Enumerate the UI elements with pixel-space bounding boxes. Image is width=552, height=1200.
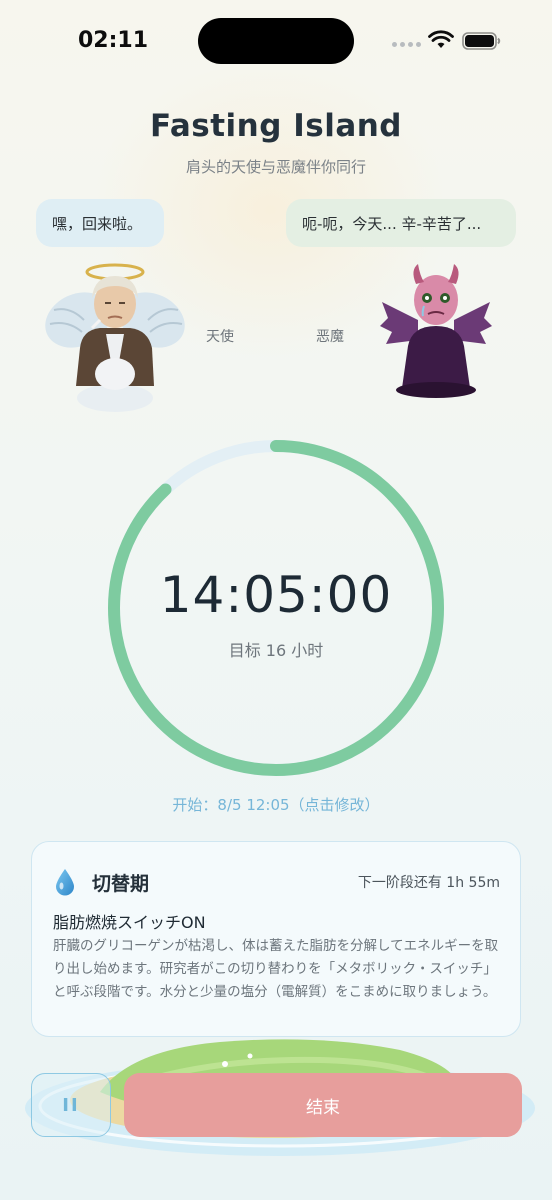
battery-icon [462, 32, 501, 50]
angel-label: 天使 [206, 329, 234, 345]
app-title: Fasting Island [149, 108, 403, 144]
phase-heading: 脂肪燃焼スイッチON [53, 913, 206, 932]
water-drop-icon [56, 869, 74, 896]
next-phase-countdown: 下一阶段还有 1h 55m [357, 875, 500, 891]
angel-speech-bubble: 嘿，回来啦。 [36, 199, 164, 247]
wifi-icon [428, 30, 454, 48]
pause-icon: II [62, 1094, 80, 1116]
phase-description: 肝臓のグリコーゲンが枯渇し、体は蓄えた脂肪を分解してエネルギーを取り出し始めます… [53, 938, 499, 1000]
angel-character-image[interactable] [40, 258, 190, 418]
phase-name: 切替期 [92, 873, 150, 895]
devil-speech-bubble: 呃-呃，今天... 辛-辛苦了... [286, 199, 516, 247]
phase-info-card: 切替期 下一阶段还有 1h 55m 脂肪燃焼スイッチON 肝臓のグリコーゲンが枯… [31, 841, 521, 1037]
dynamic-island [198, 18, 354, 64]
app-subtitle: 肩头的天使与恶魔伴你同行 [185, 158, 366, 176]
elapsed-timer: 14:05:00 [159, 566, 393, 624]
goal-text: 目标 16 小时 [228, 641, 324, 660]
edit-start-time-link[interactable]: 开始：8/5 12:05（点击修改） [0, 794, 552, 815]
devil-character-image[interactable] [378, 262, 494, 402]
devil-label: 恶魔 [316, 329, 344, 345]
end-fast-button[interactable]: 结束 [124, 1073, 522, 1137]
signal-icon [392, 42, 421, 47]
status-time: 02:11 [78, 28, 149, 53]
pause-button[interactable]: II [31, 1073, 111, 1137]
